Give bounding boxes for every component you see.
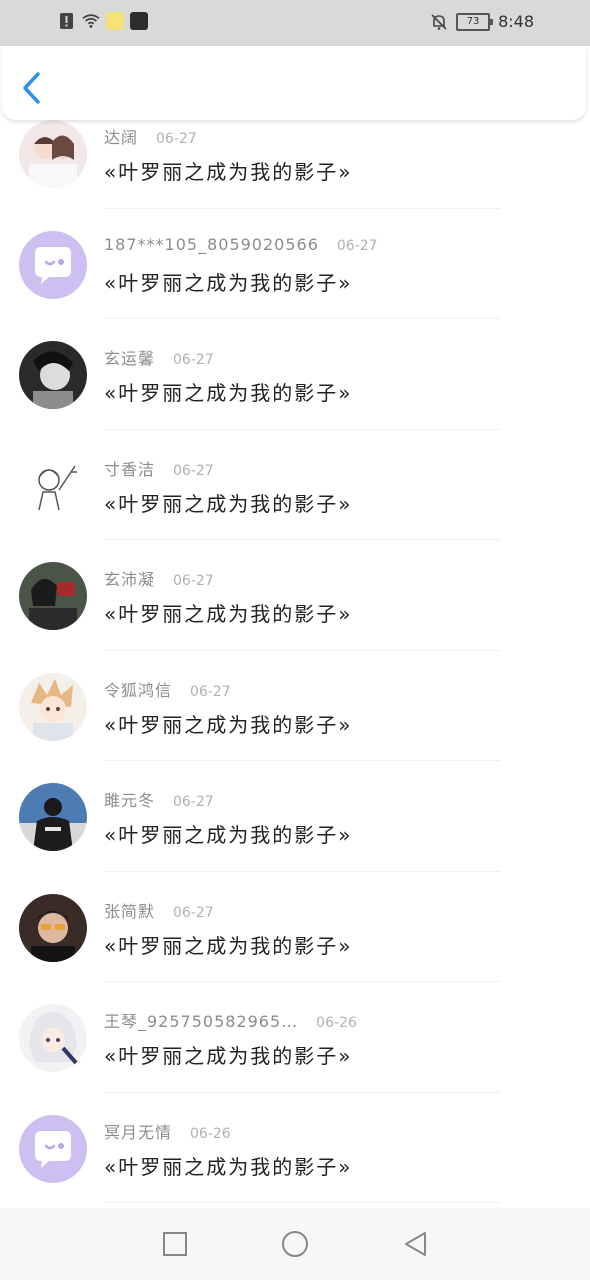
battery-icon: 73 (456, 12, 494, 31)
alert-icon (58, 12, 76, 30)
username[interactable]: 雎元冬 (104, 787, 155, 811)
system-back-button[interactable] (400, 1229, 430, 1259)
comment-date: 06-27 (173, 352, 214, 368)
clock: 8:48 (498, 12, 534, 31)
avatar[interactable] (19, 1004, 87, 1072)
comment-date: 06-26 (190, 1125, 231, 1142)
avatar[interactable] (19, 672, 87, 741)
list-item[interactable]: 玄运馨 06-27 «叶罗丽之成为我的影子» (0, 319, 590, 430)
chevron-left-icon (23, 72, 40, 104)
list-item[interactable]: 冥月无情 06-26 «叶罗丽之成为我的影子» (0, 1093, 590, 1203)
bell-off-icon (430, 13, 448, 31)
comment-date: 06-27 (173, 573, 214, 589)
comment-meta: 王琴_925750582965… 06-26 (104, 1008, 357, 1032)
list-item[interactable]: 王琴_925750582965… 06-26 «叶罗丽之成为我的影子» (0, 982, 590, 1093)
system-nav-bar (0, 1208, 590, 1280)
divider (104, 1202, 500, 1203)
username[interactable]: 令狐鸿信 (104, 677, 172, 701)
home-button[interactable] (280, 1229, 310, 1259)
avatar[interactable] (19, 451, 87, 520)
avatar[interactable] (19, 1114, 87, 1183)
chat-bubble-icon (19, 1114, 87, 1183)
comment-meta: 冥月无情 06-26 (104, 1119, 231, 1143)
comment-date: 06-27 (173, 904, 214, 921)
comment-meta: 寸香洁 06-27 (104, 456, 214, 480)
avatar[interactable] (19, 562, 87, 630)
username[interactable]: 王琴_925750582965… (104, 1008, 298, 1032)
comment-meta: 玄运馨 06-27 (104, 345, 214, 369)
avatar[interactable] (19, 230, 87, 299)
app-thumb-icon (130, 12, 148, 30)
username[interactable]: 187***105_8059020566 (104, 235, 319, 254)
comment-date: 06-27 (173, 462, 214, 479)
home-icon (282, 1231, 308, 1257)
avatar[interactable] (19, 341, 87, 409)
wifi-icon (82, 12, 100, 30)
back-triangle-icon (405, 1232, 426, 1256)
list-item[interactable]: 寸香洁 06-27 «叶罗丽之成为我的影子» (0, 430, 590, 540)
comment-meta: 雎元冬 06-27 (104, 787, 214, 811)
comment-date: 06-27 (190, 683, 231, 700)
comment-date: 06-26 (316, 1015, 357, 1031)
list-item[interactable]: 玄沛凝 06-27 «叶罗丽之成为我的影子» (0, 540, 590, 651)
username[interactable]: 张简默 (104, 898, 155, 922)
comment-text: «叶罗丽之成为我的影子» (104, 602, 353, 626)
recent-apps-button[interactable] (160, 1229, 190, 1259)
header-bar (2, 46, 586, 120)
chat-bubble-icon (19, 230, 87, 299)
recent-apps-icon (163, 1232, 187, 1256)
comment-date: 06-27 (173, 794, 214, 810)
avatar[interactable] (19, 893, 87, 962)
username[interactable]: 冥月无情 (104, 1119, 172, 1143)
comment-date: 06-27 (336, 237, 378, 254)
comment-list: 达阔 06-27 «叶罗丽之成为我的影子» 187***105_80590205… (0, 98, 590, 1203)
username[interactable]: 玄运馨 (104, 345, 155, 369)
list-item[interactable]: 雎元冬 06-27 «叶罗丽之成为我的影子» (0, 761, 590, 872)
back-button[interactable] (20, 70, 44, 106)
comment-text: «叶罗丽之成为我的影子» (104, 712, 353, 737)
comment-text: «叶罗丽之成为我的影子» (104, 1044, 353, 1068)
comment-text: «叶罗丽之成为我的影子» (104, 381, 353, 405)
status-bar: 73 8:48 (0, 0, 590, 46)
comment-text: «叶罗丽之成为我的影子» (104, 933, 353, 958)
list-item[interactable]: 187***105_8059020566 06-27 «叶罗丽之成为我的影子» (0, 209, 590, 319)
status-left-icons (58, 12, 148, 30)
avatar[interactable] (19, 783, 87, 851)
username[interactable]: 玄沛凝 (104, 566, 155, 590)
username[interactable]: 寸香洁 (104, 456, 155, 480)
comment-text: «叶罗丽之成为我的影子» (104, 160, 353, 184)
status-right-icons: 73 8:48 (430, 12, 534, 31)
comment-meta: 达阔 06-27 (104, 124, 197, 148)
app-thumb-icon (106, 12, 124, 30)
avatar[interactable] (19, 120, 87, 188)
comment-meta: 张简默 06-27 (104, 898, 214, 922)
comment-meta: 玄沛凝 06-27 (104, 566, 214, 590)
comment-text: «叶罗丽之成为我的影子» (104, 270, 353, 295)
comment-meta: 令狐鸿信 06-27 (104, 677, 231, 701)
comment-text: «叶罗丽之成为我的影子» (104, 1154, 353, 1179)
comment-text: «叶罗丽之成为我的影子» (104, 491, 353, 516)
comment-date: 06-27 (156, 131, 197, 147)
comment-meta: 187***105_8059020566 06-27 (104, 235, 378, 254)
username[interactable]: 达阔 (104, 124, 138, 148)
list-item[interactable]: 张简默 06-27 «叶罗丽之成为我的影子» (0, 872, 590, 982)
comment-text: «叶罗丽之成为我的影子» (104, 823, 353, 847)
list-item[interactable]: 令狐鸿信 06-27 «叶罗丽之成为我的影子» (0, 651, 590, 761)
